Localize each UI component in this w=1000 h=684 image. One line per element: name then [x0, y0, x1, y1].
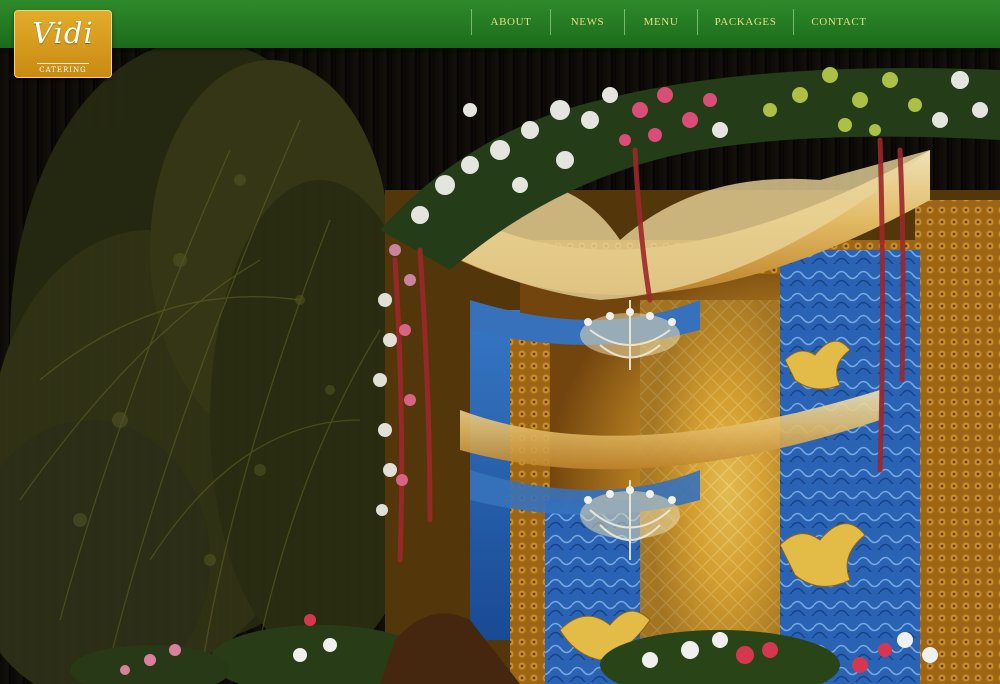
nav-divider — [793, 9, 794, 35]
nav-link-contact[interactable]: CONTACT — [794, 9, 884, 35]
nav-divider — [697, 9, 698, 35]
nav-link-news[interactable]: NEWS — [551, 9, 624, 35]
logo-divider — [37, 63, 89, 64]
nav-link-about[interactable]: ABOUT — [472, 9, 550, 35]
nav-divider — [550, 9, 551, 35]
logo-wordmark: Vidi — [32, 16, 94, 50]
brand-logo[interactable]: Vidi CATERING — [14, 10, 112, 78]
nav-divider — [624, 9, 625, 35]
main-navigation: ABOUT NEWS MENU PACKAGES CONTACT — [471, 9, 884, 35]
hero-image — [0, 0, 1000, 684]
nav-divider — [471, 9, 472, 35]
nav-link-packages[interactable]: PACKAGES — [698, 9, 793, 35]
nav-link-menu[interactable]: MENU — [625, 9, 697, 35]
logo-subtitle: CATERING — [39, 66, 87, 74]
top-header-bar: ABOUT NEWS MENU PACKAGES CONTACT — [0, 0, 1000, 48]
